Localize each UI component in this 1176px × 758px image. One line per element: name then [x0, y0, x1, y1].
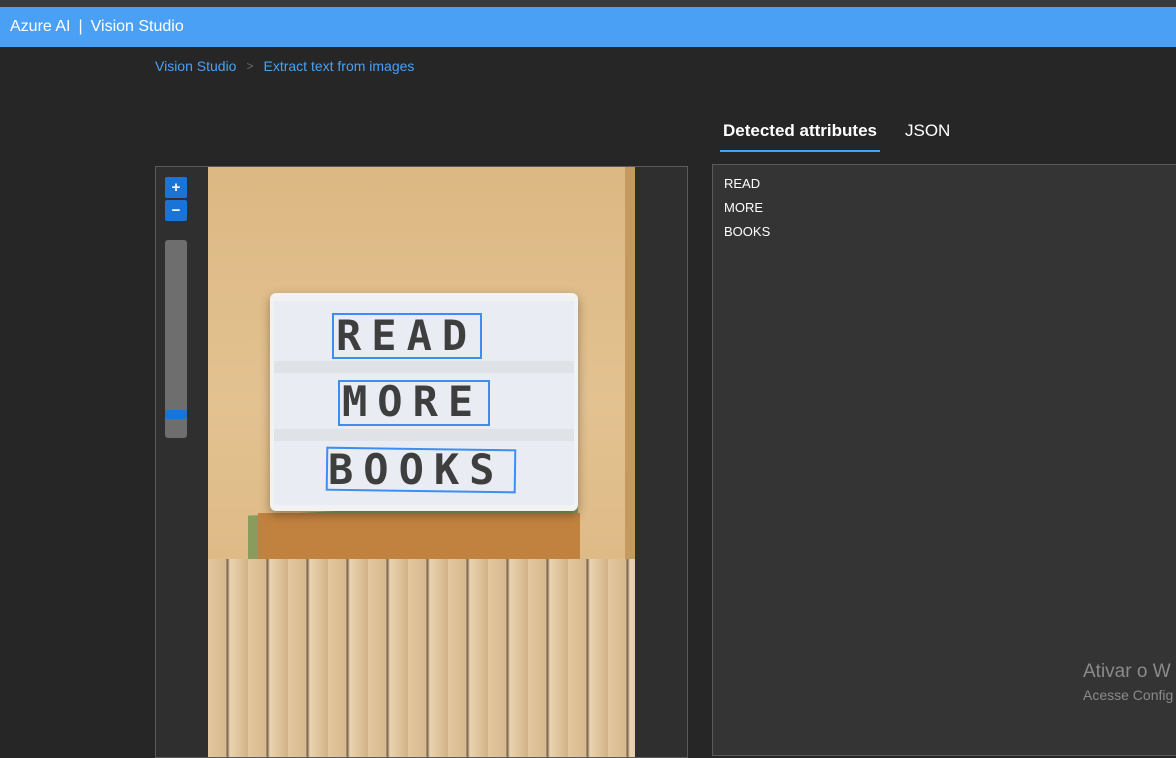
image-viewer[interactable]: READ MORE BOOKS + −: [155, 166, 688, 758]
bounding-box-more[interactable]: [338, 380, 490, 426]
app-header: Azure AI | Vision Studio: [0, 7, 1176, 47]
zoom-out-button[interactable]: −: [165, 200, 187, 221]
result-tabs: Detected attributes JSON: [720, 115, 975, 153]
activation-watermark-subtitle: Acesse Config: [1083, 687, 1174, 703]
product-label[interactable]: Vision Studio: [91, 18, 184, 36]
zoom-slider[interactable]: [165, 240, 187, 438]
analyzed-image: READ MORE BOOKS: [208, 167, 635, 757]
lightbox-divider: [274, 429, 574, 441]
activation-watermark-title: Ativar o W: [1083, 661, 1171, 682]
detected-text-line[interactable]: READ: [724, 176, 760, 191]
book-pages: [258, 513, 580, 563]
detected-text-line[interactable]: MORE: [724, 200, 763, 215]
breadcrumb-link-extract-text[interactable]: Extract text from images: [263, 58, 414, 74]
bounding-box-books[interactable]: [325, 446, 517, 494]
tab-json[interactable]: JSON: [902, 115, 953, 150]
tab-detected-attributes[interactable]: Detected attributes: [720, 115, 880, 152]
breadcrumb: Vision Studio > Extract text from images: [155, 58, 414, 74]
brand-label[interactable]: Azure AI: [10, 18, 70, 36]
window-top-strip: [0, 0, 1176, 7]
zoom-in-button[interactable]: +: [165, 177, 187, 198]
zoom-slider-thumb[interactable]: [165, 410, 187, 419]
lightbox-divider: [274, 361, 574, 373]
breadcrumb-link-vision-studio[interactable]: Vision Studio: [155, 58, 236, 74]
breadcrumb-chevron-icon: >: [246, 59, 254, 73]
book-spines: [208, 559, 635, 757]
header-separator: |: [78, 18, 83, 35]
detected-text-line[interactable]: BOOKS: [724, 224, 770, 239]
bounding-box-read[interactable]: [332, 313, 482, 359]
